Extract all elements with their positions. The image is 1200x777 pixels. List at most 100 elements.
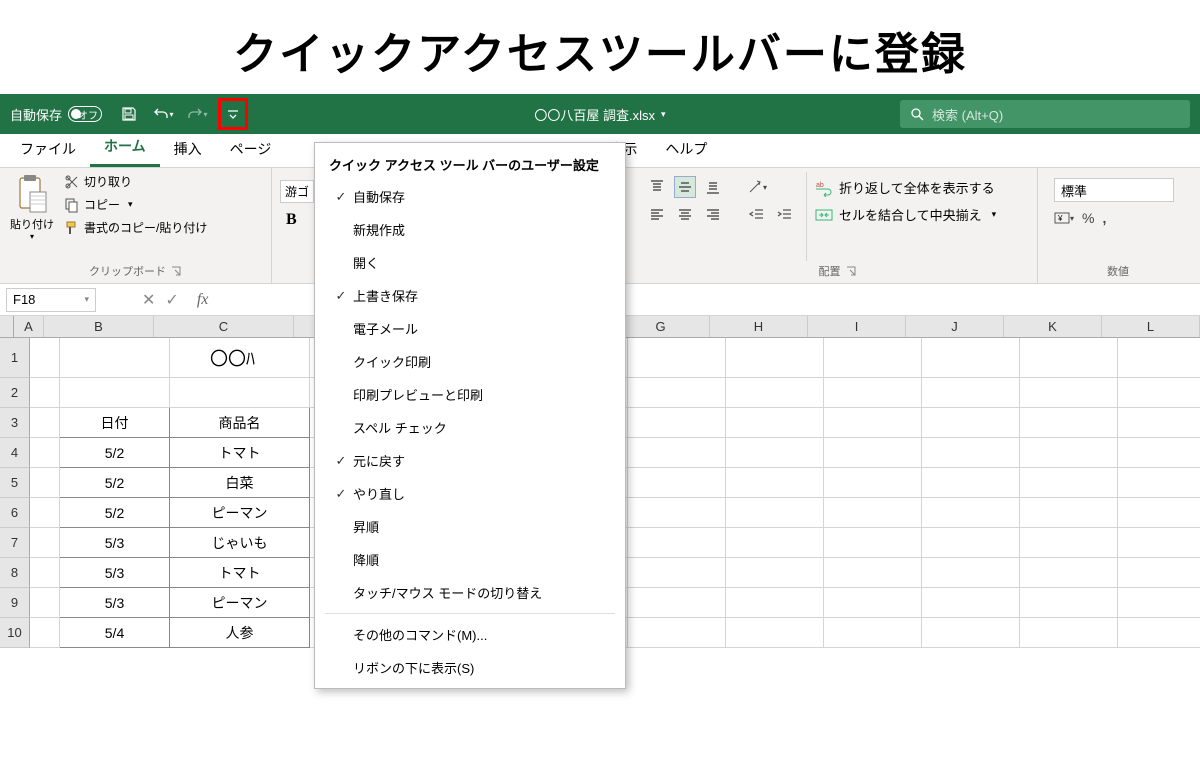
cell[interactable] [726, 618, 824, 648]
font-name-combo[interactable]: 游ゴ [280, 180, 314, 203]
cell[interactable] [1020, 528, 1118, 558]
paste-button[interactable]: 貼り付け ▾ [8, 172, 56, 241]
cell[interactable] [628, 468, 726, 498]
cell[interactable]: 商品名 [170, 408, 310, 438]
save-icon[interactable] [114, 99, 144, 129]
cell[interactable] [726, 378, 824, 408]
wrap-text-button[interactable]: ab 折り返して全体を表示する [815, 178, 996, 197]
qat-customize-button[interactable] [218, 98, 248, 130]
cell[interactable] [628, 378, 726, 408]
cell[interactable] [1020, 588, 1118, 618]
cell[interactable] [726, 338, 824, 378]
tab-page[interactable]: ページ [216, 131, 286, 167]
qat-menu-item[interactable]: ✓やり直し [315, 477, 625, 510]
cell[interactable]: 5/2 [60, 498, 170, 528]
cell[interactable] [628, 618, 726, 648]
accounting-format-icon[interactable]: ¥▾ [1054, 210, 1074, 226]
search-box[interactable]: 検索 (Alt+Q) [900, 100, 1190, 128]
row-header[interactable]: 3 [0, 408, 30, 438]
cell[interactable]: 白菜 [170, 468, 310, 498]
cell[interactable]: 日付 [60, 408, 170, 438]
cell[interactable] [60, 338, 170, 378]
cell[interactable]: じゃいも [170, 528, 310, 558]
cell[interactable] [628, 438, 726, 468]
cell[interactable] [726, 408, 824, 438]
row-header[interactable]: 8 [0, 558, 30, 588]
dialog-launcher-icon[interactable] [845, 265, 857, 277]
cell[interactable] [30, 618, 60, 648]
cell[interactable]: 5/3 [60, 588, 170, 618]
align-middle-icon[interactable] [674, 176, 696, 198]
align-bottom-icon[interactable] [702, 176, 724, 198]
cell[interactable] [726, 528, 824, 558]
cell[interactable] [30, 338, 60, 378]
cell[interactable] [1020, 558, 1118, 588]
increase-indent-icon[interactable] [774, 204, 796, 226]
column-header[interactable]: B [44, 316, 154, 337]
row-header[interactable]: 9 [0, 588, 30, 618]
cell[interactable] [170, 378, 310, 408]
cell[interactable]: トマト [170, 558, 310, 588]
align-left-icon[interactable] [646, 204, 668, 226]
cell[interactable] [1118, 558, 1200, 588]
cell[interactable] [824, 588, 922, 618]
cell[interactable]: 5/4 [60, 618, 170, 648]
cell[interactable] [726, 498, 824, 528]
cell[interactable] [824, 338, 922, 378]
cell[interactable] [726, 588, 824, 618]
cell[interactable] [922, 618, 1020, 648]
qat-menu-item[interactable]: スペル チェック [315, 411, 625, 444]
number-format-combo[interactable]: 標準 [1054, 178, 1174, 202]
cell[interactable] [824, 528, 922, 558]
cell[interactable] [824, 468, 922, 498]
cell[interactable] [628, 588, 726, 618]
cell[interactable] [726, 468, 824, 498]
cell[interactable] [30, 498, 60, 528]
row-header[interactable]: 6 [0, 498, 30, 528]
cell[interactable] [628, 558, 726, 588]
cell[interactable] [922, 558, 1020, 588]
autosave-toggle[interactable]: 自動保存 オフ [0, 105, 112, 124]
cell[interactable] [726, 558, 824, 588]
cell[interactable] [1118, 468, 1200, 498]
cell[interactable] [30, 438, 60, 468]
cell[interactable] [1118, 528, 1200, 558]
select-all-corner[interactable] [0, 316, 14, 337]
cell[interactable] [922, 408, 1020, 438]
cell[interactable]: 5/2 [60, 438, 170, 468]
column-header[interactable]: J [906, 316, 1004, 337]
cell[interactable] [1020, 438, 1118, 468]
cell[interactable] [628, 528, 726, 558]
format-painter-button[interactable]: 書式のコピー/貼り付け [62, 218, 209, 237]
cell[interactable] [824, 378, 922, 408]
cell[interactable]: トマト [170, 438, 310, 468]
row-header[interactable]: 1 [0, 338, 30, 378]
qat-menu-item[interactable]: 降順 [315, 543, 625, 576]
cell[interactable] [824, 408, 922, 438]
comma-format-icon[interactable]: , [1102, 210, 1106, 226]
cell[interactable] [922, 378, 1020, 408]
decrease-indent-icon[interactable] [746, 204, 768, 226]
cell[interactable] [922, 498, 1020, 528]
filename[interactable]: 〇〇八百屋 調査.xlsx ▾ [534, 105, 665, 124]
column-header[interactable]: I [808, 316, 906, 337]
cell[interactable] [1118, 498, 1200, 528]
align-center-icon[interactable] [674, 204, 696, 226]
align-top-icon[interactable] [646, 176, 668, 198]
cell[interactable]: 5/3 [60, 558, 170, 588]
qat-menu-item[interactable]: 新規作成 [315, 213, 625, 246]
cell[interactable] [824, 438, 922, 468]
cell[interactable] [1118, 588, 1200, 618]
qat-show-below[interactable]: リボンの下に表示(S) [315, 651, 625, 684]
cell[interactable] [922, 338, 1020, 378]
qat-more-commands[interactable]: その他のコマンド(M)... [315, 618, 625, 651]
cell[interactable] [824, 498, 922, 528]
cell[interactable] [1118, 408, 1200, 438]
cell[interactable] [922, 438, 1020, 468]
cut-button[interactable]: 切り取り [62, 172, 209, 191]
column-header[interactable]: H [710, 316, 808, 337]
cell[interactable] [1020, 498, 1118, 528]
cell[interactable] [628, 408, 726, 438]
cell[interactable] [1118, 378, 1200, 408]
row-header[interactable]: 5 [0, 468, 30, 498]
